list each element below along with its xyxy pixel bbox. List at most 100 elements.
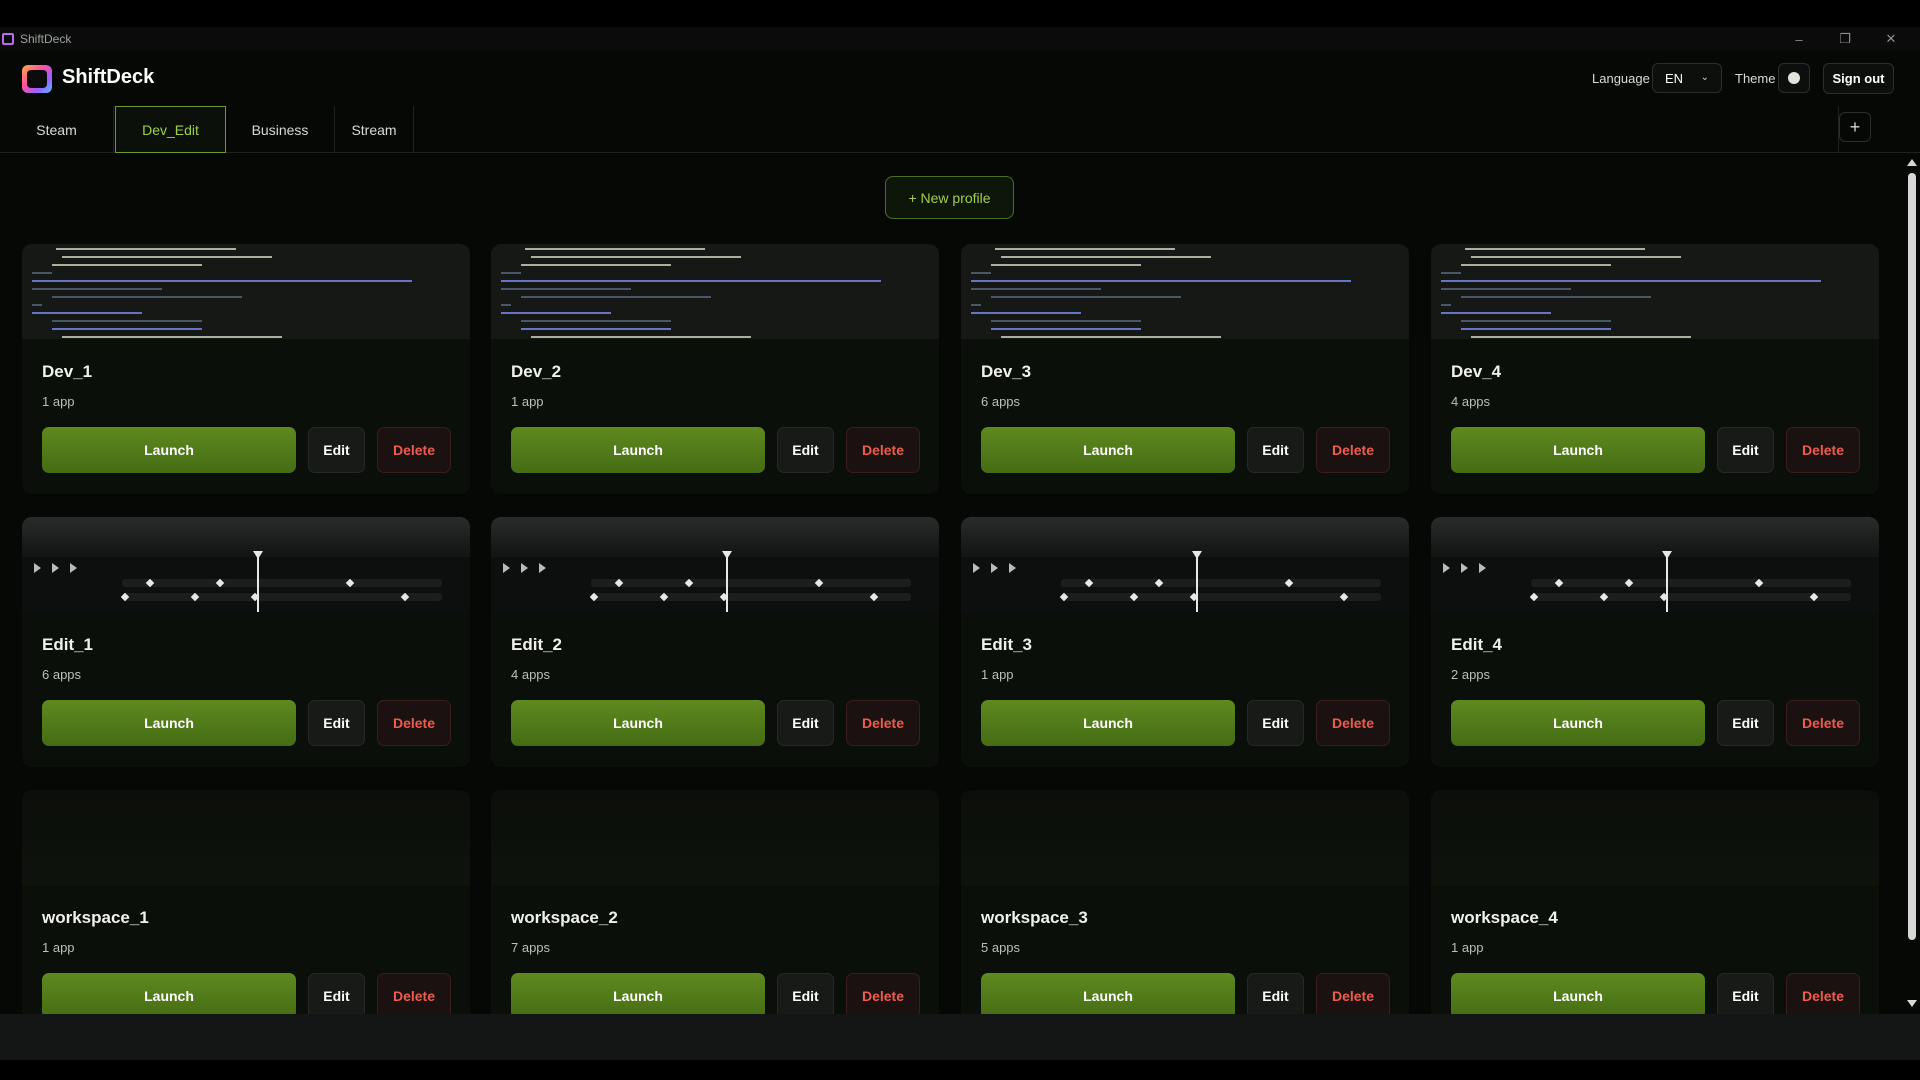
edit-button[interactable]: Edit	[777, 700, 834, 746]
code-line	[32, 288, 162, 290]
status-bar	[0, 1014, 1920, 1060]
code-line	[971, 288, 1101, 290]
launch-button[interactable]: Launch	[1451, 427, 1705, 473]
profile-card: workspace_1 1 app Launch Edit Delete	[22, 790, 470, 1040]
profile-thumbnail	[961, 790, 1409, 885]
code-line	[62, 256, 272, 258]
profile-thumbnail	[22, 244, 470, 339]
launch-button[interactable]: Launch	[1451, 973, 1705, 1019]
scroll-thumb[interactable]	[1908, 173, 1916, 940]
close-button[interactable]: ✕	[1868, 27, 1914, 51]
profile-thumbnail	[1431, 790, 1879, 885]
code-line	[32, 280, 412, 282]
code-line	[56, 248, 236, 250]
code-line	[521, 264, 671, 266]
delete-button[interactable]: Delete	[1316, 427, 1390, 473]
edit-button[interactable]: Edit	[308, 700, 365, 746]
new-profile-button[interactable]: + New profile	[885, 176, 1014, 219]
edit-button[interactable]: Edit	[777, 973, 834, 1019]
theme-button[interactable]	[1778, 63, 1810, 93]
code-line	[971, 304, 981, 306]
edit-button[interactable]: Edit	[308, 973, 365, 1019]
delete-button[interactable]: Delete	[846, 700, 920, 746]
profile-card: workspace_4 1 app Launch Edit Delete	[1431, 790, 1879, 1040]
code-line	[1461, 328, 1611, 330]
code-line	[995, 248, 1175, 250]
launch-button[interactable]: Launch	[42, 427, 296, 473]
track-row	[122, 579, 442, 587]
edit-button[interactable]: Edit	[1717, 427, 1774, 473]
add-tab-button[interactable]: +	[1839, 112, 1871, 142]
edit-button[interactable]: Edit	[1247, 700, 1304, 746]
code-line	[1001, 336, 1221, 338]
code-line	[525, 248, 705, 250]
launch-button[interactable]: Launch	[511, 700, 765, 746]
playhead	[257, 553, 259, 612]
delete-button[interactable]: Delete	[377, 973, 451, 1019]
edit-button[interactable]: Edit	[1247, 427, 1304, 473]
edit-button[interactable]: Edit	[1717, 700, 1774, 746]
profile-name: workspace_2	[511, 908, 618, 927]
app-window-icon	[2, 33, 14, 45]
tab-business[interactable]: Business	[226, 106, 335, 153]
maximize-button[interactable]: ❐	[1822, 27, 1868, 51]
play-icon	[52, 563, 59, 573]
tab-steam[interactable]: Steam	[0, 106, 114, 153]
launch-button[interactable]: Launch	[1451, 700, 1705, 746]
edit-button[interactable]: Edit	[1717, 973, 1774, 1019]
playhead	[726, 553, 728, 612]
delete-button[interactable]: Delete	[377, 700, 451, 746]
delete-button[interactable]: Delete	[1316, 973, 1390, 1019]
launch-button[interactable]: Launch	[511, 427, 765, 473]
code-line	[1441, 288, 1571, 290]
profile-card: Dev_4 4 apps Launch Edit Delete	[1431, 244, 1879, 494]
launch-button[interactable]: Launch	[981, 427, 1235, 473]
profile-name: Dev_3	[981, 362, 1032, 381]
delete-button[interactable]: Delete	[846, 427, 920, 473]
minimize-button[interactable]: –	[1776, 27, 1822, 51]
delete-button[interactable]: Delete	[1786, 973, 1860, 1019]
launch-button[interactable]: Launch	[42, 700, 296, 746]
tab-stream[interactable]: Stream	[335, 106, 414, 153]
profile-name: Edit_2	[511, 635, 563, 654]
launch-button[interactable]: Launch	[42, 973, 296, 1019]
code-line	[32, 304, 42, 306]
profile-thumbnail	[1431, 244, 1879, 339]
app-count: 1 app	[42, 940, 75, 955]
delete-button[interactable]: Delete	[1316, 700, 1390, 746]
edit-button[interactable]: Edit	[308, 427, 365, 473]
code-line	[1461, 296, 1651, 298]
delete-button[interactable]: Delete	[1786, 700, 1860, 746]
code-line	[971, 272, 991, 274]
launch-button[interactable]: Launch	[981, 700, 1235, 746]
scrollbar[interactable]	[1904, 153, 1918, 1009]
playhead	[1196, 553, 1198, 612]
sign-out-button[interactable]: Sign out	[1823, 63, 1894, 94]
scroll-down-arrow[interactable]	[1907, 1000, 1917, 1007]
profile-tabs: Steam Dev_Edit Business Stream	[0, 106, 1920, 153]
delete-button[interactable]: Delete	[1786, 427, 1860, 473]
code-line	[521, 328, 671, 330]
profile-card: Edit_2 4 apps Launch Edit Delete	[491, 517, 939, 767]
code-line	[991, 264, 1141, 266]
profile-card: Dev_3 6 apps Launch Edit Delete	[961, 244, 1409, 494]
edit-button[interactable]: Edit	[1247, 973, 1304, 1019]
tab-dev-edit[interactable]: Dev_Edit	[115, 106, 226, 153]
edit-button[interactable]: Edit	[777, 427, 834, 473]
code-line	[1471, 336, 1691, 338]
code-line	[521, 296, 711, 298]
window-title: ShiftDeck	[20, 32, 72, 46]
launch-button[interactable]: Launch	[511, 973, 765, 1019]
launch-button[interactable]: Launch	[981, 973, 1235, 1019]
app-count: 5 apps	[981, 940, 1021, 955]
language-select[interactable]: EN ⌄	[1652, 63, 1722, 93]
scroll-up-arrow[interactable]	[1907, 159, 1917, 166]
delete-button[interactable]: Delete	[846, 973, 920, 1019]
code-line	[1471, 256, 1681, 258]
profile-name: Dev_2	[511, 362, 562, 381]
track-row	[1061, 579, 1381, 587]
language-value: EN	[1665, 70, 1684, 86]
profile-thumbnail	[491, 244, 939, 339]
code-line	[1461, 264, 1611, 266]
delete-button[interactable]: Delete	[377, 427, 451, 473]
